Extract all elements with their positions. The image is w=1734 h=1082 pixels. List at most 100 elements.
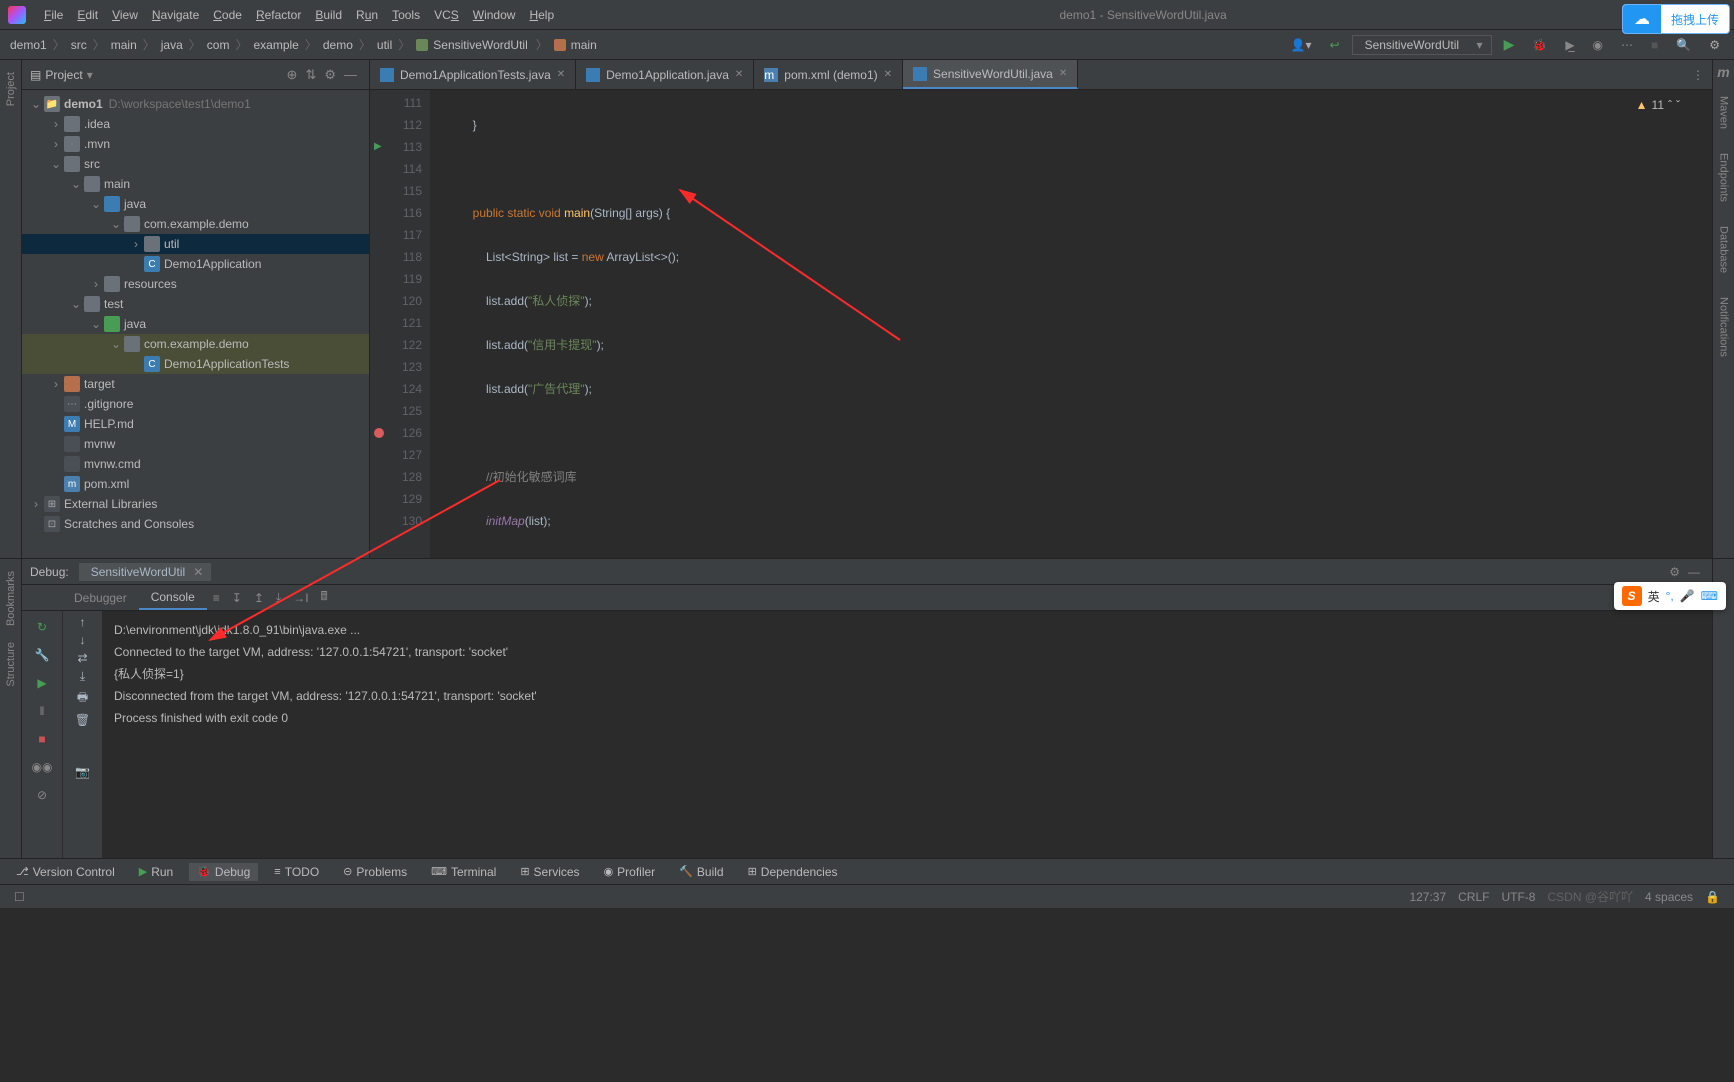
problems-button[interactable]: ⊝Problems (335, 863, 415, 881)
tree-item[interactable]: MHELP.md (22, 414, 369, 434)
dependencies-button[interactable]: ⊞Dependencies (740, 863, 846, 881)
menu-refactor[interactable]: Refactor (250, 4, 307, 26)
project-panel-title[interactable]: ▤ Project ▾ (30, 68, 283, 82)
close-icon[interactable]: ✕ (884, 69, 892, 80)
code-editor[interactable]: 111 112 ▶113 114 115 116 117 118 119 120… (370, 90, 1712, 558)
structure-tool-button[interactable]: Structure (5, 634, 17, 695)
code-content[interactable]: } public static void main(String[] args)… (430, 90, 1712, 558)
menu-vcs[interactable]: VCS (428, 4, 465, 26)
tree-item[interactable]: ⌄java (22, 194, 369, 214)
build-button[interactable]: 🔨Build (671, 863, 731, 881)
crumb[interactable]: com (205, 38, 232, 52)
breadcrumb[interactable]: demo1〉 src〉 main〉 java〉 com〉 example〉 de… (8, 36, 1285, 53)
mic-icon[interactable]: 🎤 (1680, 589, 1695, 603)
profile-button[interactable]: ◉ (1587, 36, 1609, 54)
user-icon[interactable]: 👤▾ (1285, 36, 1318, 54)
print-icon[interactable]: 🖶 (77, 688, 88, 709)
encoding[interactable]: UTF-8 (1495, 890, 1541, 904)
camera-icon[interactable]: 📷 (75, 765, 90, 779)
menu-file[interactable]: File (38, 4, 69, 26)
crumb[interactable]: SensitiveWordUtil (414, 38, 531, 52)
search-icon[interactable]: 🔍 (1670, 36, 1697, 54)
tab-more-icon[interactable]: ⋮ (1684, 60, 1712, 89)
notifications-tool-button[interactable]: Notifications (1718, 289, 1730, 365)
tree-item-selected[interactable]: ›util (22, 234, 369, 254)
close-icon[interactable]: ✕ (557, 69, 565, 80)
endpoints-tool-button[interactable]: Endpoints (1718, 145, 1730, 210)
editor-tab-active[interactable]: SensitiveWordUtil.java✕ (903, 60, 1078, 89)
pause-icon[interactable]: ‖ (30, 699, 54, 723)
close-icon[interactable]: ✕ (1059, 68, 1067, 79)
tree-item[interactable]: ›⊞External Libraries (22, 494, 369, 514)
crumb[interactable]: util (375, 38, 394, 52)
debug-button[interactable]: 🐞Debug (189, 863, 258, 881)
tree-item[interactable]: mvnw (22, 434, 369, 454)
profiler-button[interactable]: ◉Profiler (596, 863, 664, 881)
crumb[interactable]: src (69, 38, 89, 52)
editor-tab[interactable]: Demo1ApplicationTests.java✕ (370, 60, 576, 89)
run-to-cursor-icon[interactable]: →I (287, 591, 314, 605)
menu-bar[interactable]: File Edit View Navigate Code Refactor Bu… (38, 4, 560, 26)
settings-icon[interactable]: ⚙ (320, 67, 340, 83)
bookmarks-tool-button[interactable]: Bookmarks (5, 563, 17, 634)
menu-help[interactable]: Help (523, 4, 560, 26)
menu-build[interactable]: Build (309, 4, 348, 26)
menu-navigate[interactable]: Navigate (146, 4, 205, 26)
tree-item[interactable]: ⌄src (22, 154, 369, 174)
tree-item[interactable]: ›resources (22, 274, 369, 294)
status-icon[interactable]: ☐ (8, 890, 31, 904)
run-button[interactable]: ▶ (1498, 34, 1521, 55)
back-icon[interactable]: ↩ (1324, 36, 1346, 54)
terminal-button[interactable]: ⌨Terminal (423, 863, 504, 881)
tree-item[interactable]: ›.idea (22, 114, 369, 134)
close-icon[interactable]: ✕ (735, 69, 743, 80)
breakpoint-icon[interactable] (374, 428, 384, 438)
caret-position[interactable]: 127:37 (1403, 890, 1452, 904)
lock-icon[interactable]: 🔒 (1699, 890, 1726, 904)
menu-edit[interactable]: Edit (71, 4, 104, 26)
crumb[interactable]: main (109, 38, 139, 52)
notify-config-icon[interactable]: ⚙ (1703, 36, 1726, 54)
menu-tools[interactable]: Tools (386, 4, 426, 26)
maven-icon[interactable]: m (1717, 64, 1729, 80)
gear-icon[interactable]: ⚙ (1665, 565, 1684, 579)
menu-run[interactable]: Run (350, 4, 384, 26)
indent[interactable]: 4 spaces (1639, 890, 1699, 904)
debug-config-chip[interactable]: SensitiveWordUtil ✕ (79, 563, 212, 581)
mute-bp-icon[interactable]: ⊘ (30, 783, 54, 807)
step-force-icon[interactable]: ⤓ (270, 590, 287, 605)
down-icon[interactable]: ↓ (80, 633, 86, 647)
step-over-icon[interactable]: ≡ (207, 591, 226, 605)
tree-item[interactable]: ⋯.gitignore (22, 394, 369, 414)
step-out-icon[interactable]: ↥ (248, 591, 270, 605)
project-tree[interactable]: ⌄📁demo1D:\workspace\test1\demo1 ›.idea ›… (22, 90, 369, 558)
keyboard-icon[interactable]: ⌨ (1701, 589, 1718, 603)
hide-icon[interactable]: — (340, 67, 361, 82)
tree-item[interactable]: CDemo1ApplicationTests (22, 354, 369, 374)
crumb[interactable]: demo (321, 38, 355, 52)
coverage-button[interactable]: ▶̲ (1559, 36, 1580, 54)
menu-window[interactable]: Window (467, 4, 522, 26)
console-output[interactable]: D:\environment\jdk\jdk1.8.0_91\bin\java.… (102, 611, 1712, 858)
database-tool-button[interactable]: Database (1718, 218, 1730, 281)
run-button[interactable]: ▶Run (131, 863, 181, 881)
modify-icon[interactable]: 🔧 (30, 643, 54, 667)
resume-icon[interactable]: ▶ (30, 671, 54, 695)
maven-tool-button[interactable]: Maven (1718, 88, 1730, 137)
line-ending[interactable]: CRLF (1452, 890, 1495, 904)
editor-tab[interactable]: Demo1Application.java✕ (576, 60, 754, 89)
editor-tab[interactable]: mpom.xml (demo1)✕ (754, 60, 903, 89)
stop-button[interactable]: ■ (1645, 36, 1664, 54)
upload-widget[interactable]: ☁ 拖拽上传 (1622, 4, 1730, 34)
expand-icon[interactable]: ⇅ (301, 67, 320, 83)
tree-item[interactable]: mvnw.cmd (22, 454, 369, 474)
project-tool-button[interactable]: Project (5, 64, 17, 114)
attach-button[interactable]: ⋯ (1615, 36, 1639, 54)
crumb[interactable]: demo1 (8, 38, 49, 52)
wrap-icon[interactable]: ⇄ (77, 651, 87, 665)
locate-icon[interactable]: ⊕ (283, 67, 302, 83)
todo-button[interactable]: ≡TODO (266, 863, 327, 881)
tree-item[interactable]: CDemo1Application (22, 254, 369, 274)
stop-icon[interactable]: ■ (30, 727, 54, 751)
version-control-button[interactable]: ⎇Version Control (8, 863, 123, 881)
